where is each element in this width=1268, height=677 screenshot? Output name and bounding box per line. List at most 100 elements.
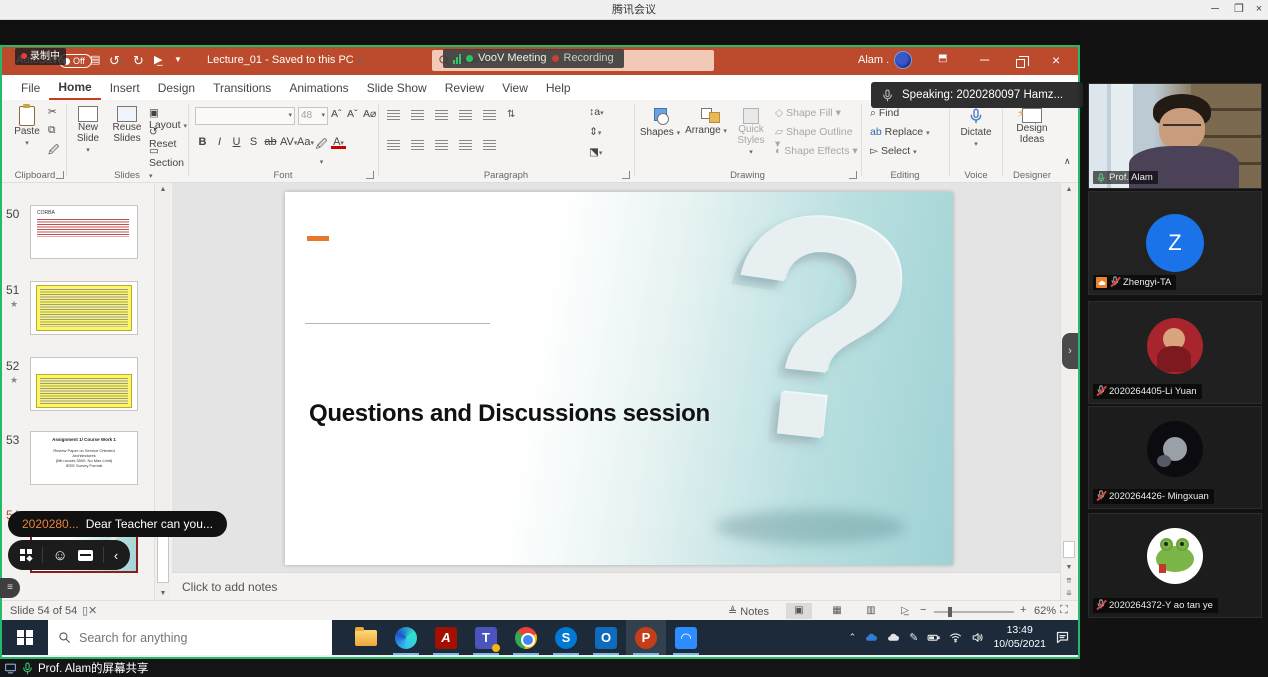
font-name-combo[interactable]: ▾ <box>195 107 295 125</box>
align-center-button[interactable] <box>411 140 424 150</box>
paragraph-dialog-launcher[interactable] <box>622 171 630 179</box>
onedrive-icon[interactable] <box>865 631 878 644</box>
convert-smartart-button[interactable]: ⬔▾ <box>589 146 602 158</box>
align-text-button[interactable]: ⇕▾ <box>589 126 601 138</box>
align-left-button[interactable] <box>387 140 400 150</box>
layout-grid-icon[interactable] <box>20 549 32 561</box>
line-spacing-button[interactable] <box>483 110 496 120</box>
sort-text-button[interactable]: ⇅ <box>507 109 515 120</box>
highlight-color-button[interactable]: 🖉▾ <box>314 136 329 167</box>
voov-maximize-button[interactable]: ❐ <box>1228 0 1250 20</box>
columns-button[interactable] <box>483 140 496 150</box>
text-shadow-button[interactable]: S <box>246 136 261 167</box>
align-right-button[interactable] <box>435 140 448 150</box>
cut-button[interactable]: ✂ <box>48 106 57 118</box>
fit-slide-to-window-button[interactable]: ⛶ <box>1060 604 1068 617</box>
cloud-icon[interactable] <box>887 631 900 644</box>
notes-pane[interactable]: Click to add notes <box>172 572 1060 600</box>
justify-button[interactable] <box>459 140 472 150</box>
shrink-font-button[interactable]: Aˇ <box>347 108 358 120</box>
scroll-up-arrow[interactable]: ▲ <box>155 183 171 196</box>
italic-button[interactable]: I <box>212 136 227 167</box>
thumbnail-scrollbar[interactable]: ▲ ▼ <box>154 183 170 600</box>
ppt-close-button[interactable]: × <box>1052 52 1060 68</box>
tab-animations[interactable]: Animations <box>280 77 357 99</box>
slide-thumbnail-51[interactable] <box>30 281 138 335</box>
strikethrough-button[interactable]: ab <box>263 136 278 167</box>
taskbar-skype[interactable]: S <box>546 620 586 655</box>
battery-icon[interactable] <box>927 631 940 644</box>
chat-bubble-icon[interactable] <box>78 550 93 561</box>
clipboard-dialog-launcher[interactable] <box>56 171 64 179</box>
tray-expand-chevron-icon[interactable]: ⌃ <box>849 632 857 643</box>
slide-title-text[interactable]: Questions and Discussions session <box>309 400 710 428</box>
select-button[interactable]: ▻ Select ▾ <box>870 145 917 157</box>
dictate-button[interactable]: Dictate▾ <box>954 108 998 149</box>
scrollbar-thumb[interactable] <box>1063 541 1075 558</box>
taskbar-acrobat[interactable]: A <box>426 620 466 655</box>
volume-icon[interactable] <box>971 631 984 644</box>
tab-help[interactable]: Help <box>537 77 580 99</box>
action-center-icon[interactable] <box>1055 630 1070 645</box>
character-spacing-button[interactable]: AV▾ <box>280 136 295 167</box>
participant-tile-liyuan[interactable]: 2020264405-Li Yuan <box>1088 301 1262 404</box>
sidebar-collapse-handle[interactable]: › <box>1062 333 1078 369</box>
grow-font-button[interactable]: Aˆ <box>331 108 342 120</box>
taskbar-file-explorer[interactable] <box>346 620 386 655</box>
voov-minimize-button[interactable]: ─ <box>1204 0 1226 20</box>
underline-button[interactable]: U <box>229 136 244 167</box>
zoom-level[interactable]: 62% <box>1034 605 1056 617</box>
accessibility-checker-icon[interactable]: ▯✕ <box>82 604 97 617</box>
font-size-combo[interactable]: 48▾ <box>298 107 328 125</box>
normal-view-button[interactable]: ▣ <box>786 603 812 619</box>
participant-tile-zhengyi[interactable]: Z Zhengyi-TA <box>1088 191 1262 295</box>
account-avatar[interactable] <box>894 51 912 69</box>
tab-home[interactable]: Home <box>49 76 100 100</box>
taskbar-search[interactable] <box>48 620 332 655</box>
clear-formatting-button[interactable]: A⌀ <box>363 108 376 120</box>
account-name[interactable]: Alam . <box>858 54 889 66</box>
taskbar-powerpoint-active[interactable]: P <box>626 620 666 655</box>
start-button[interactable] <box>2 620 48 655</box>
replace-button[interactable]: ab Replace ▾ <box>870 126 930 138</box>
pen-icon[interactable]: ✎ <box>909 631 918 644</box>
taskbar-search-input[interactable] <box>79 631 299 645</box>
paste-button[interactable]: Paste▾ <box>10 106 44 148</box>
participant-tile-yaotanye[interactable]: 2020264372-Y ao tan ye <box>1088 513 1262 618</box>
zoom-out-button[interactable]: − <box>920 604 926 616</box>
tab-slideshow[interactable]: Slide Show <box>358 77 436 99</box>
main-scrollbar[interactable]: ▲ ▼ ⇈ ⇊ <box>1060 183 1076 600</box>
copy-button[interactable]: ⧉ <box>48 124 56 137</box>
slide-thumbnail-52[interactable] <box>30 357 138 411</box>
ribbon-display-options-button[interactable]: ⬒ <box>938 53 947 64</box>
scroll-up-arrow[interactable]: ▲ <box>1061 183 1077 196</box>
increase-indent-button[interactable] <box>459 110 472 120</box>
wifi-icon[interactable] <box>949 631 962 644</box>
collapse-ribbon-button[interactable]: ∧ <box>1064 156 1071 167</box>
numbering-button[interactable] <box>411 110 424 120</box>
save-button[interactable]: ▤ <box>90 53 100 66</box>
ppt-minimize-button[interactable]: ─ <box>980 52 989 67</box>
taskbar-teams[interactable]: T <box>466 620 506 655</box>
notes-toggle-button[interactable]: ≜ Notes <box>728 605 769 618</box>
voov-status-overlay[interactable]: VooV Meeting Recording <box>443 49 624 68</box>
taskbar-clock[interactable]: 13:49 10/05/2021 <box>993 624 1046 650</box>
quick-access-toolbar-menu[interactable]: ▼ <box>174 55 182 64</box>
slide-sorter-view-button[interactable]: ▦ <box>824 603 850 619</box>
arrange-button[interactable]: Arrange ▾ <box>683 108 729 136</box>
current-slide-canvas[interactable]: ? Questions and Discussions session <box>285 192 953 565</box>
drawing-dialog-launcher[interactable] <box>849 171 857 179</box>
start-slideshow-button[interactable]: ▶̲ <box>154 53 162 66</box>
ppt-restore-button[interactable] <box>1016 55 1025 73</box>
design-ideas-button[interactable]: ⚡ Design Ideas <box>1007 108 1057 145</box>
taskbar-outlook[interactable]: O <box>586 620 626 655</box>
bullets-button[interactable] <box>387 110 400 120</box>
new-slide-button[interactable]: New Slide▾ <box>69 106 107 155</box>
find-button[interactable]: ⌕ Find <box>870 107 899 120</box>
reuse-slides-button[interactable]: Reuse Slides <box>107 106 147 144</box>
redo-button[interactable]: ↻ <box>133 53 144 69</box>
zoom-in-button[interactable]: + <box>1020 604 1026 616</box>
undo-button[interactable]: ↺▾ <box>109 53 123 69</box>
tab-insert[interactable]: Insert <box>101 77 149 99</box>
scroll-down-arrow[interactable]: ▼ <box>1061 561 1077 574</box>
